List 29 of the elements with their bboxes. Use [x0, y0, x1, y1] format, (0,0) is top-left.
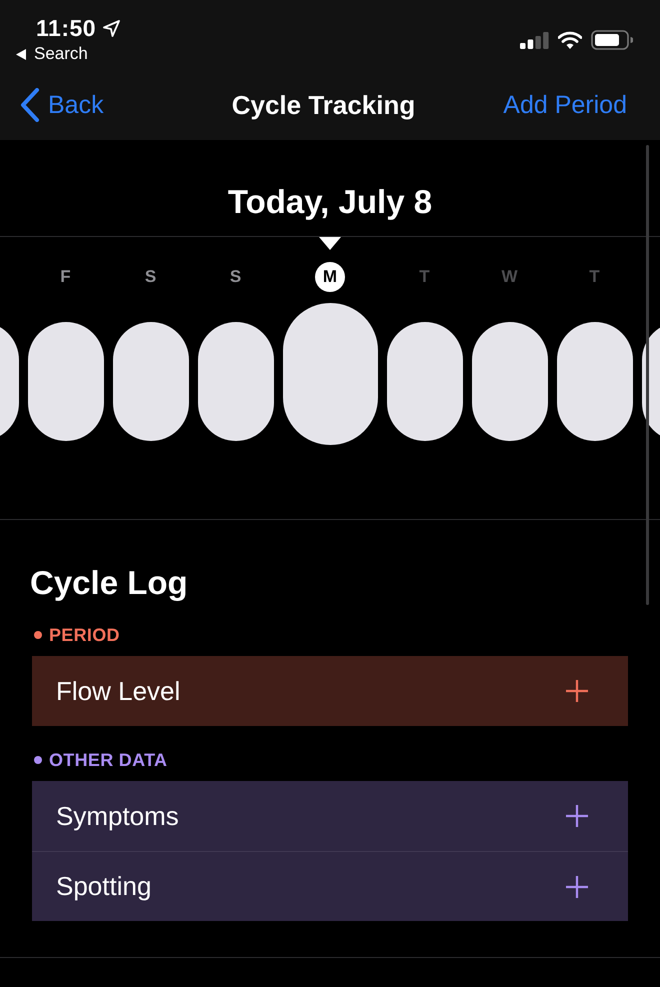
signal-icon — [520, 32, 549, 48]
plus-icon — [566, 876, 588, 898]
day-letter: M — [315, 262, 345, 292]
back-to-app-link[interactable]: Search — [16, 43, 120, 65]
log-row[interactable]: Symptoms — [32, 781, 628, 851]
screen-title: Cycle Tracking — [232, 90, 416, 120]
chevron-left-icon — [20, 88, 40, 122]
back-button[interactable]: Back — [20, 88, 104, 122]
back-triangle-icon — [16, 48, 26, 60]
day-letter: T — [418, 266, 431, 288]
section-title: Cycle Log — [30, 563, 189, 603]
wifi-icon — [558, 31, 582, 49]
add-period-button[interactable]: Add Period — [503, 90, 627, 120]
log-row[interactable]: Spotting — [32, 851, 628, 921]
log-row[interactable]: Flow Level — [32, 656, 628, 726]
category-label: PERIOD — [49, 624, 120, 646]
date-title: Today, July 8 — [226, 182, 434, 222]
status-time: 11:50 — [36, 14, 96, 43]
location-arrow-icon — [103, 20, 120, 36]
plus-icon — [566, 805, 588, 827]
day-letter: T — [588, 266, 601, 288]
day-letter: W — [500, 266, 519, 288]
day-letter: S — [144, 266, 158, 288]
battery-icon — [591, 30, 633, 50]
day-letter: F — [59, 266, 72, 288]
pointer-triangle-icon — [319, 237, 341, 250]
category-label: OTHER DATA — [49, 750, 168, 770]
day-letter: S — [228, 266, 242, 288]
plus-icon — [566, 680, 588, 702]
